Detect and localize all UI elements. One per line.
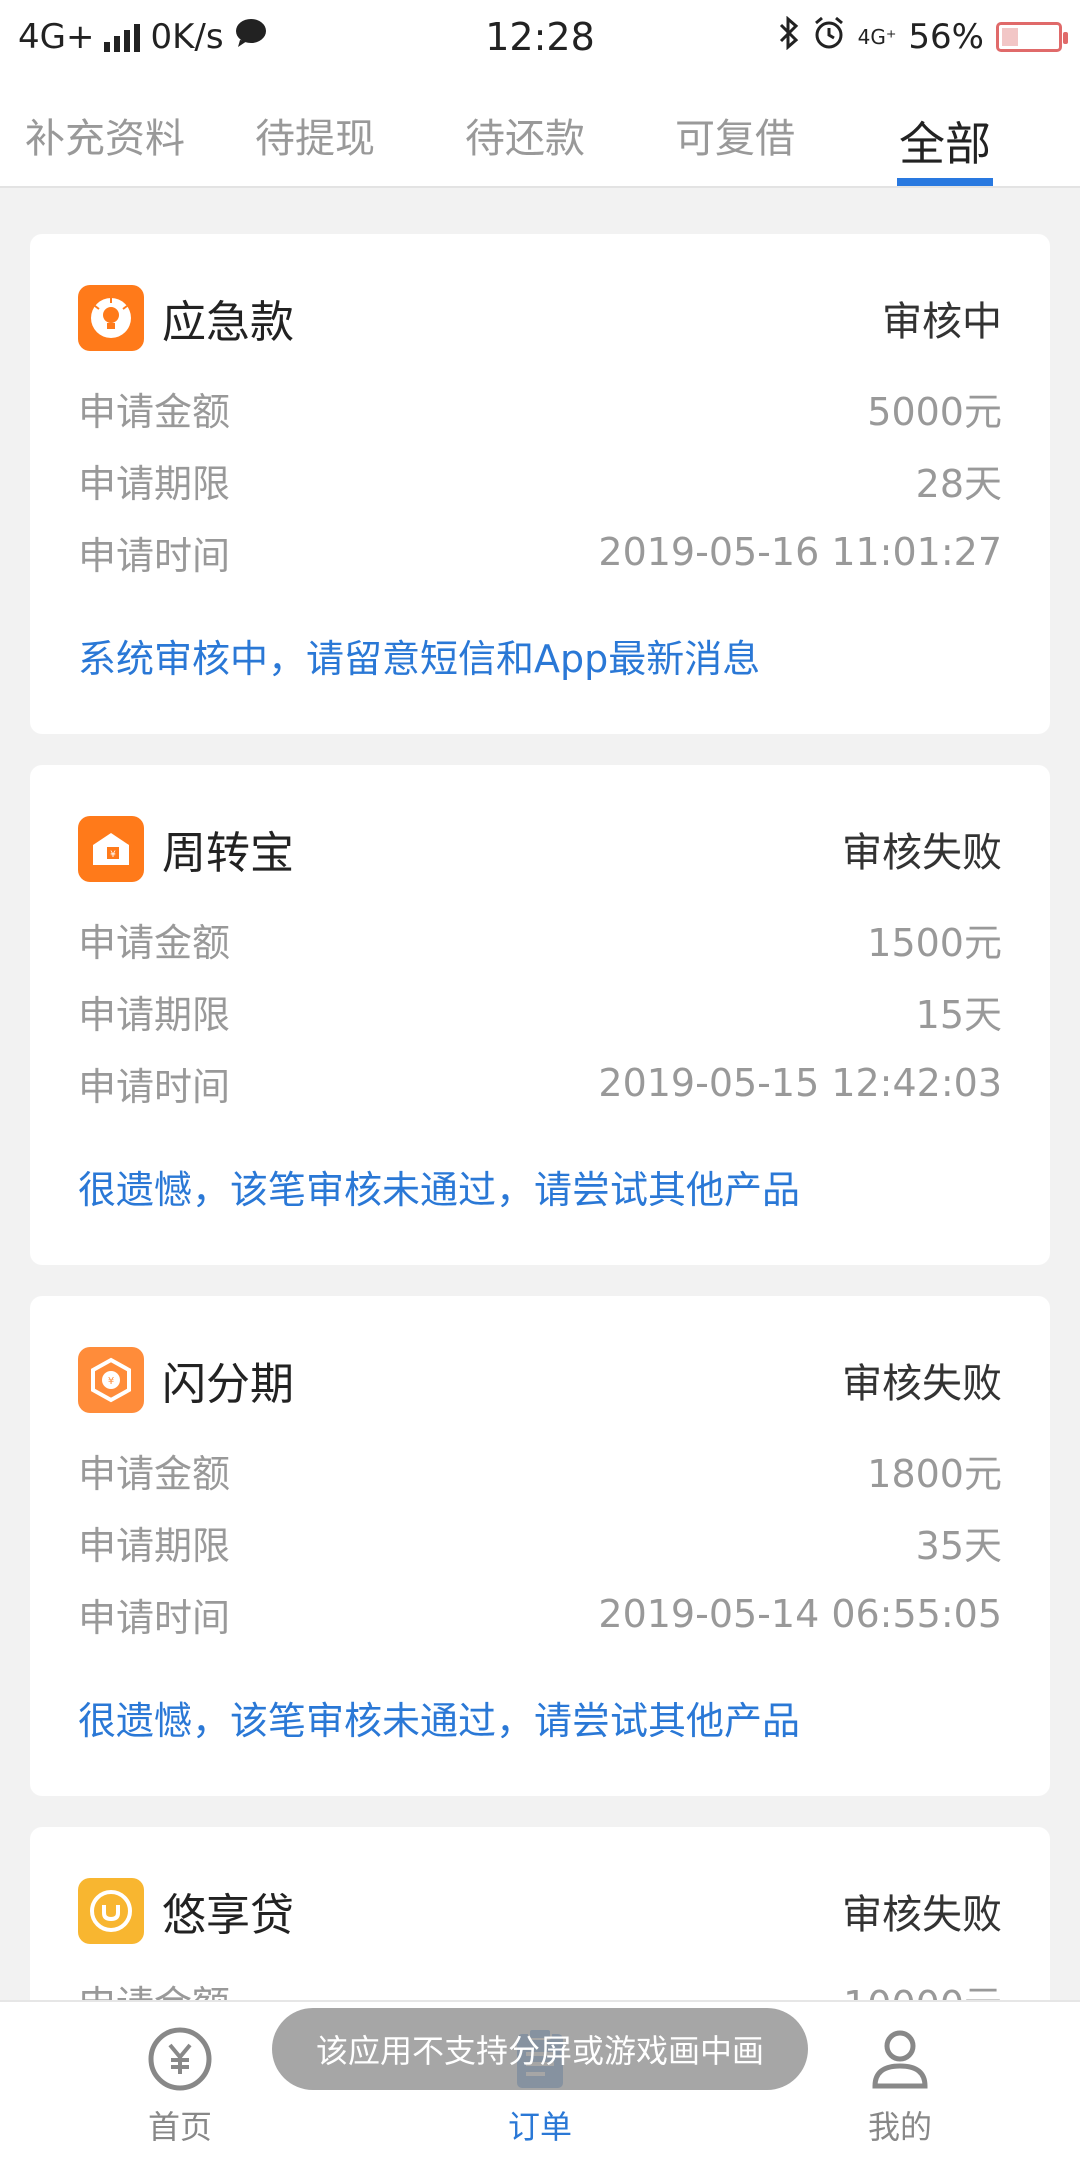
chat-bubble-icon [234, 17, 268, 57]
network-type: 4G+ [18, 17, 95, 57]
lightbulb-logo-icon [78, 285, 144, 351]
svg-text:¥: ¥ [108, 1376, 114, 1387]
order-card[interactable]: ¥ 闪分期 审核失败 申请金额 1800元 申请期限 35天 申请时间 2019-05… [30, 1296, 1050, 1796]
term-row: 申请期限 28天 [78, 461, 1002, 506]
box-logo-icon: ¥ [78, 816, 144, 882]
term-row: 申请期限 35天 [78, 1523, 1002, 1568]
product-name: 闪分期 [162, 1359, 294, 1410]
user-icon [872, 2030, 928, 2089]
order-message: 很遗憾，该笔审核未通过，请尝试其他产品 [78, 1699, 801, 1743]
yen-coin-icon [148, 2027, 212, 2091]
battery-icon [996, 22, 1068, 52]
status-bar: 4G+ 0K/s 12:28 4G⁺ 56% [0, 0, 1080, 74]
order-message: 系统审核中，请留意短信和App最新消息 [78, 637, 761, 681]
clock: 12:28 [485, 15, 595, 59]
bluetooth-icon [778, 15, 800, 59]
toast-message: 该应用不支持分屏或游戏画中画 [272, 2008, 808, 2090]
time-row: 申请时间 2019-05-14 06:55:05 [78, 1592, 1002, 1640]
tab-all[interactable]: 全部 [840, 74, 1050, 186]
tab-pending-withdraw[interactable]: 待提现 [210, 74, 420, 186]
term-row: 申请期限 15天 [78, 992, 1002, 1037]
network-type-right: 4G⁺ [857, 25, 897, 49]
product-name: 周转宝 [162, 828, 294, 879]
svg-text:¥: ¥ [110, 850, 116, 860]
amount-row: 申请金额 1500元 [78, 920, 1002, 965]
smile-logo-icon [78, 1878, 144, 1944]
amount-row: 申请金额 1800元 [78, 1451, 1002, 1496]
tab-supplement-info[interactable]: 补充资料 [0, 74, 210, 186]
tab-reborrow[interactable]: 可复借 [630, 74, 840, 186]
time-row: 申请时间 2019-05-16 11:01:27 [78, 530, 1002, 578]
order-list: 应急款 审核中 申请金额 5000元 申请期限 28天 申请时间 2019-05-16… [0, 188, 1080, 2000]
product-name: 应急款 [162, 297, 294, 348]
amount-row: 申请金额10000元 [78, 1965, 1002, 2001]
status-badge: 审核失败 [842, 1361, 1002, 1407]
status-badge: 审核中 [882, 299, 1002, 345]
signal-icon [104, 22, 141, 52]
network-speed: 0K/s [150, 17, 224, 57]
product-name: 悠享贷 [162, 1890, 294, 1941]
battery-percent: 56% [908, 17, 984, 57]
time-row: 申请时间 2019-05-15 12:42:03 [78, 1061, 1002, 1109]
status-badge: 审核失败 [842, 1892, 1002, 1938]
amount-row: 申请金额 5000元 [78, 389, 1002, 434]
order-card[interactable]: 应急款 审核中 申请金额 5000元 申请期限 28天 申请时间 2019-05-16… [30, 234, 1050, 734]
alarm-icon [812, 16, 846, 59]
order-tabs: 补充资料 待提现 待还款 可复借 全部 [0, 74, 1080, 188]
order-message: 很遗憾，该笔审核未通过，请尝试其他产品 [78, 1168, 801, 1212]
tab-active-indicator [897, 178, 993, 186]
tab-pending-repay[interactable]: 待还款 [420, 74, 630, 186]
flower-logo-icon: ¥ [78, 1347, 144, 1413]
order-card[interactable]: ¥ 周转宝 审核失败 申请金额 1500元 申请期限 15天 申请时间 2019-05… [30, 765, 1050, 1265]
order-card[interactable]: 悠享贷 审核失败 申请金额10000元 [30, 1827, 1050, 2000]
status-badge: 审核失败 [842, 830, 1002, 876]
